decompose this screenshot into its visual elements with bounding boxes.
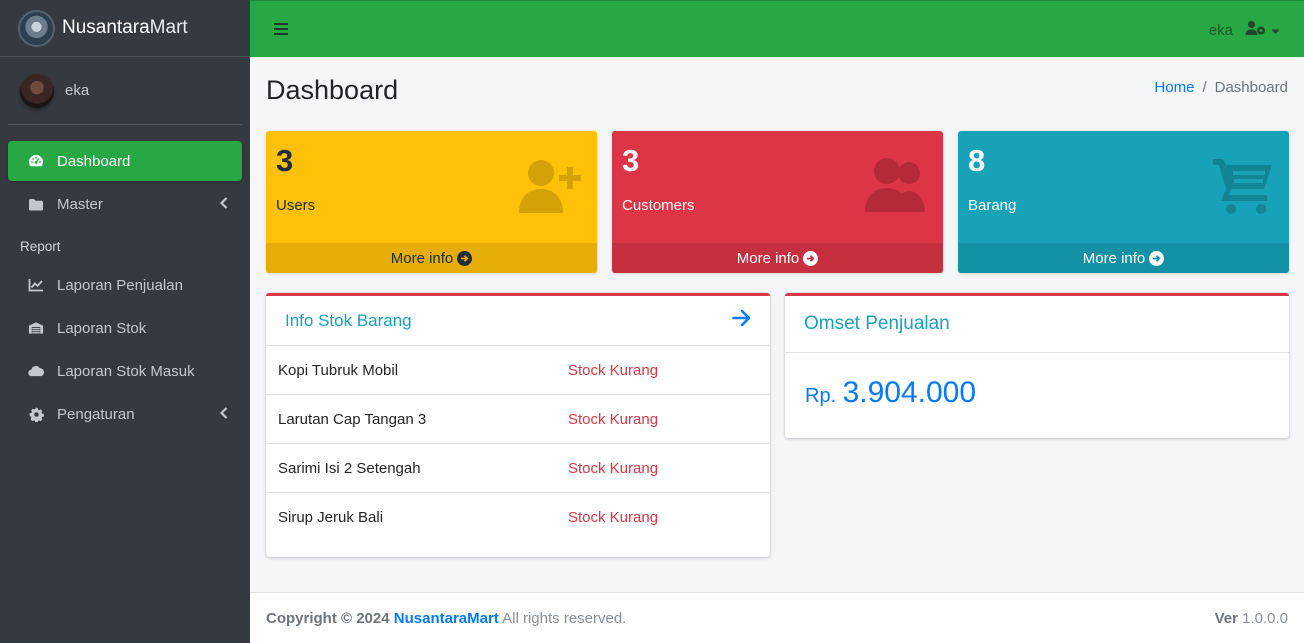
caret-down-icon <box>1271 22 1280 39</box>
sidebar-item-laporan-stok[interactable]: Laporan Stok <box>8 308 242 348</box>
omset-amount: 3.904.000 <box>842 376 977 409</box>
top-user-name: eka <box>1208 21 1233 39</box>
user-cog-icon <box>1245 20 1267 40</box>
item-name: Sarimi Isi 2 Setengah <box>278 459 421 477</box>
breadcrumb-separator: / <box>1202 79 1207 96</box>
breadcrumb: Home / Dashboard <box>1154 79 1288 96</box>
main-content: Dashboard Home / Dashboard 3 Users More in… <box>250 57 1304 592</box>
table-row: Sarimi Isi 2 Setengah Stock Kurang <box>266 444 770 493</box>
more-info-label: More info <box>1082 249 1146 267</box>
version-label: Ver <box>1214 609 1238 627</box>
sidebar-item-label: Laporan Stok <box>57 319 147 337</box>
stat-value: 8 <box>968 143 986 178</box>
shopping-cart-icon <box>1213 155 1275 220</box>
copyright-text: Copyright © 2024 <box>266 609 390 627</box>
avatar <box>20 73 54 108</box>
users-icon <box>865 157 929 218</box>
arrow-circle-right-icon <box>1149 250 1165 266</box>
stok-card: Info Stok Barang Kopi Tubruk Mobil Stock… <box>266 293 770 557</box>
stat-label: Barang <box>968 197 1017 214</box>
user-plus-icon <box>519 157 583 220</box>
omset-card: Omset Penjualan Rp. 3.904.000 <box>785 293 1289 438</box>
table-row: Sirup Jeruk Bali Stock Kurang <box>266 493 770 542</box>
sidebar-item-label: Dashboard <box>57 152 131 170</box>
rights-text: All rights reserved. <box>502 609 627 627</box>
omset-currency: Rp. <box>805 385 837 407</box>
more-info-label: More info <box>736 249 800 267</box>
warehouse-icon <box>28 320 44 336</box>
sidebar-item-dashboard[interactable]: Dashboard <box>8 141 242 181</box>
gear-icon <box>28 406 44 422</box>
sidebar-item-laporan-stok-masuk[interactable]: Laporan Stok Masuk <box>8 351 242 391</box>
tachometer-icon <box>28 153 44 169</box>
breadcrumb-current: Dashboard <box>1214 79 1288 96</box>
sidebar-item-label: Laporan Penjualan <box>57 276 183 294</box>
version-info: Ver 1.0.0.0 <box>1215 610 1288 627</box>
footer-brand-link[interactable]: NusantaraMart <box>394 610 499 627</box>
arrow-right-icon[interactable] <box>732 309 752 332</box>
cloud-icon <box>28 363 44 379</box>
stok-card-title: Info Stok Barang <box>285 310 412 330</box>
stat-box-customers: 3 Customers More info <box>612 131 943 273</box>
sidebar-item-label: Laporan Stok Masuk <box>57 362 195 380</box>
hamburger-menu-icon[interactable] <box>274 23 288 35</box>
brand-name: NusantaraMart <box>62 17 188 39</box>
stat-label: Customers <box>622 197 695 214</box>
chart-line-icon <box>28 277 44 293</box>
sidebar: NusantaraMart eka Dashboard Master Repor… <box>0 0 250 643</box>
table-row: Kopi Tubruk Mobil Stock Kurang <box>266 346 770 395</box>
brand-logo <box>20 11 53 45</box>
omset-card-header: Omset Penjualan <box>785 296 1289 353</box>
more-info-link[interactable]: More info <box>266 243 597 273</box>
item-name: Kopi Tubruk Mobil <box>278 361 399 379</box>
user-panel[interactable]: eka <box>8 57 242 125</box>
sidebar-item-laporan-penjualan[interactable]: Laporan Penjualan <box>8 265 242 305</box>
sidebar-item-master[interactable]: Master <box>8 184 242 224</box>
chevron-left-icon <box>219 196 228 213</box>
omset-value: Rp. 3.904.000 <box>805 376 976 410</box>
folder-icon <box>28 196 44 212</box>
sidebar-item-label: Master <box>57 195 103 213</box>
sidebar-nav: Dashboard Master Report Laporan Penjuala… <box>0 125 250 434</box>
sidebar-item-label: Pengaturan <box>57 405 135 423</box>
stat-box-barang: 8 Barang More info <box>958 131 1289 273</box>
item-name: Larutan Cap Tangan 3 <box>278 410 427 428</box>
brand-name-light: Mart <box>149 17 188 38</box>
stock-status: Stock Kurang <box>568 459 659 477</box>
stok-list: Kopi Tubruk Mobil Stock Kurang Larutan C… <box>266 346 770 542</box>
stock-status: Stock Kurang <box>568 410 659 428</box>
more-info-link[interactable]: More info <box>612 243 943 273</box>
user-dropdown[interactable]: eka <box>1209 20 1280 40</box>
stock-status: Stock Kurang <box>568 509 659 526</box>
stok-card-header: Info Stok Barang <box>266 296 770 346</box>
arrow-circle-right-icon <box>803 250 819 266</box>
more-info-label: More info <box>390 249 454 267</box>
stat-value: 3 <box>276 143 294 178</box>
user-name[interactable]: eka <box>65 82 89 99</box>
top-navbar: eka <box>250 0 1304 57</box>
omset-card-title: Omset Penjualan <box>804 313 950 334</box>
item-name: Sirup Jeruk Bali <box>278 509 384 526</box>
sidebar-item-pengaturan[interactable]: Pengaturan <box>8 394 242 434</box>
arrow-circle-right-icon <box>457 250 473 266</box>
stat-box-users: 3 Users More info <box>266 131 597 273</box>
version-value: 1.0.0.0 <box>1242 609 1288 627</box>
sidebar-header-report: Report <box>20 238 61 254</box>
page-title: Dashboard <box>266 75 399 105</box>
more-info-link[interactable]: More info <box>958 243 1289 273</box>
table-row: Larutan Cap Tangan 3 Stock Kurang <box>266 395 770 444</box>
breadcrumb-home-link[interactable]: Home <box>1154 79 1194 96</box>
stock-status: Stock Kurang <box>568 361 659 379</box>
stat-value: 3 <box>622 143 640 178</box>
stat-label: Users <box>276 197 316 214</box>
chevron-left-icon <box>219 406 228 423</box>
brand-name-bold: Nusantara <box>62 17 150 38</box>
page-footer: Copyright © 2024 NusantaraMart All right… <box>250 592 1304 643</box>
brand-link[interactable]: NusantaraMart <box>0 0 250 57</box>
